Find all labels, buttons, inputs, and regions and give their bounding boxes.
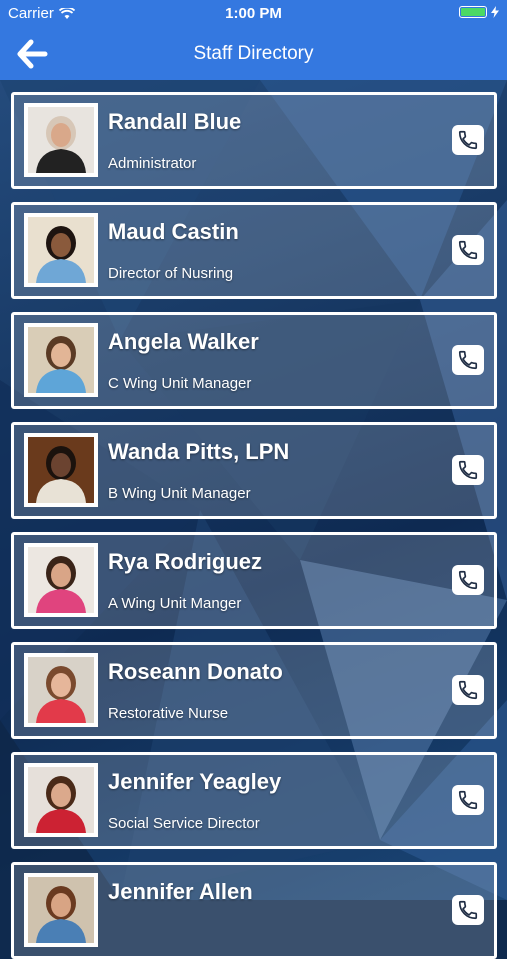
staff-photo xyxy=(24,653,98,727)
phone-icon xyxy=(458,350,478,370)
call-button[interactable] xyxy=(452,565,484,595)
phone-icon xyxy=(458,130,478,150)
staff-name: Rya Rodriguez xyxy=(108,549,263,574)
staff-photo xyxy=(24,543,98,617)
battery-icon xyxy=(459,6,487,18)
staff-photo xyxy=(24,763,98,837)
staff-photo xyxy=(24,433,98,507)
staff-name: Jennifer Yeagley xyxy=(108,769,282,794)
staff-title: B Wing Unit Manager xyxy=(108,485,251,502)
staff-card[interactable]: Jennifer Allen xyxy=(11,862,497,959)
battery-group xyxy=(459,6,499,18)
staff-card[interactable]: Maud Castin Director of Nusring xyxy=(11,202,497,299)
staff-card[interactable]: Rya Rodriguez A Wing Unit Manger xyxy=(11,532,497,629)
call-button[interactable] xyxy=(452,455,484,485)
phone-icon xyxy=(458,570,478,590)
staff-title: A Wing Unit Manger xyxy=(108,595,242,612)
call-button[interactable] xyxy=(452,235,484,265)
staff-title: Director of Nusring xyxy=(108,265,234,282)
status-bar: Carrier 1:00 PM xyxy=(0,0,507,28)
status-time: 1:00 PM xyxy=(225,5,282,22)
call-button[interactable] xyxy=(452,785,484,815)
phone-icon xyxy=(458,680,478,700)
staff-photo xyxy=(24,213,98,287)
staff-name: Maud Castin xyxy=(108,219,239,244)
staff-card[interactable]: Roseann Donato Restorative Nurse xyxy=(11,642,497,739)
phone-icon xyxy=(458,790,478,810)
staff-name: Roseann Donato xyxy=(108,659,283,684)
staff-card[interactable]: Jennifer Yeagley Social Service Director xyxy=(11,752,497,849)
phone-icon xyxy=(458,460,478,480)
call-button[interactable] xyxy=(452,125,484,155)
staff-photo xyxy=(24,103,98,177)
staff-name: Wanda Pitts, LPN xyxy=(108,439,290,464)
bolt-icon xyxy=(491,6,499,18)
call-button[interactable] xyxy=(452,345,484,375)
staff-name: Jennifer Allen xyxy=(108,879,253,904)
page-title: Staff Directory xyxy=(193,43,314,64)
navigation-bar: Staff Directory xyxy=(0,28,507,80)
staff-title: Social Service Director xyxy=(108,815,260,832)
staff-title: Administrator xyxy=(108,155,197,172)
staff-name: Randall Blue xyxy=(108,109,242,134)
phone-icon xyxy=(458,240,478,260)
staff-title: C Wing Unit Manager xyxy=(108,375,252,392)
call-button[interactable] xyxy=(452,675,484,705)
staff-card[interactable]: Randall Blue Administrator xyxy=(11,92,497,189)
staff-photo xyxy=(24,873,98,947)
staff-title: Restorative Nurse xyxy=(108,705,229,722)
staff-card[interactable]: Angela Walker C Wing Unit Manager xyxy=(11,312,497,409)
staff-card[interactable]: Wanda Pitts, LPN B Wing Unit Manager xyxy=(11,422,497,519)
staff-photo xyxy=(24,323,98,397)
staff-name: Angela Walker xyxy=(108,329,259,354)
phone-icon xyxy=(458,900,478,920)
